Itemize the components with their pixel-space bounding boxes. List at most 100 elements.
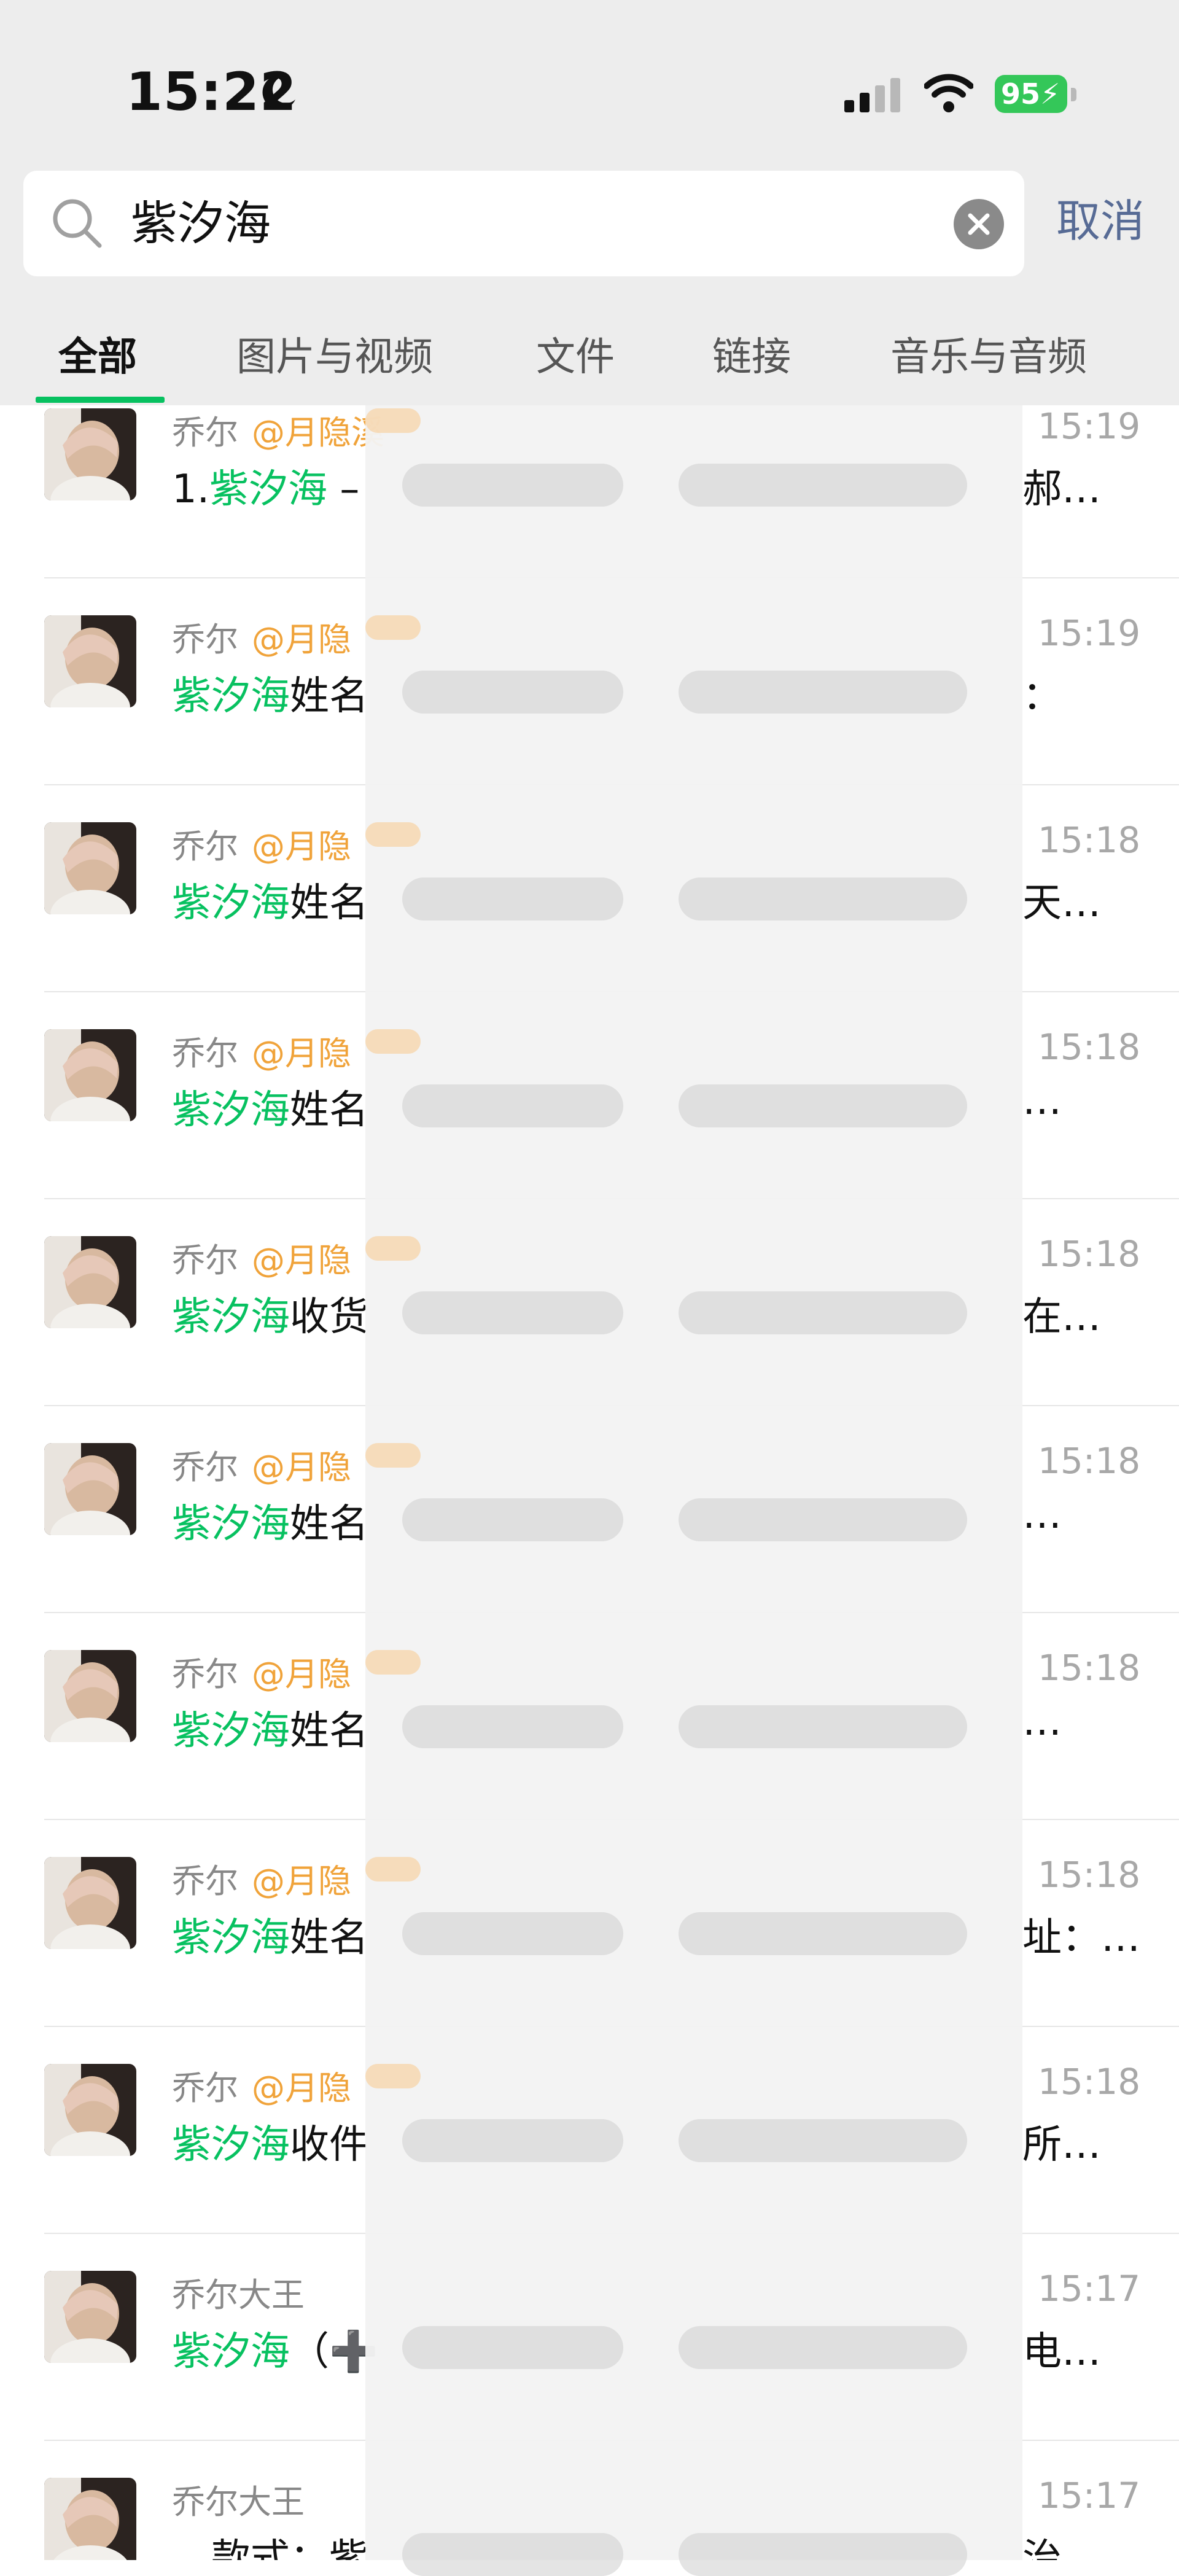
snippet-tail: 治: [1022, 2536, 1062, 2560]
snippet-tail: …: [1022, 1699, 1062, 1745]
sender-label: 乔尔大王: [172, 2276, 305, 2314]
tab-music-audio[interactable]: 音乐与音频: [890, 325, 1087, 382]
tab-all[interactable]: 全部: [58, 325, 137, 382]
avatar: [44, 2064, 136, 2156]
blur-smudge: [679, 1498, 967, 1541]
blur-smudge: [402, 2119, 623, 2162]
blur-tint: [365, 1857, 421, 1881]
mention-tag: @月隐: [252, 620, 351, 659]
snippet-tail: …: [1022, 1078, 1062, 1124]
avatar: [44, 1857, 136, 1949]
snippet-keyword: 紫汐海: [172, 674, 290, 719]
cancel-button[interactable]: 取消: [1056, 184, 1145, 258]
message-time: 15:17: [1038, 2268, 1141, 2309]
message-time: 15:18: [1038, 819, 1141, 861]
blur-smudge: [402, 877, 623, 920]
blur-tint: [365, 615, 421, 640]
message-time: 15:18: [1038, 1647, 1141, 1689]
sender-name: 乔尔大王: [172, 2268, 305, 2316]
sender-name: 乔尔 @月隐: [172, 1440, 351, 1488]
avatar: [44, 2271, 136, 2363]
snippet-keyword: 紫汐海: [172, 881, 290, 926]
snippet-keyword: 紫汐海: [172, 1915, 290, 1961]
tab-images-videos[interactable]: 图片与视频: [236, 325, 433, 382]
blur-smudge: [679, 2119, 967, 2162]
tab-active-indicator: [36, 397, 165, 403]
battery-icon: 95⚡: [995, 75, 1067, 113]
avatar: [44, 1650, 136, 1742]
snippet-rest: 收件: [290, 2122, 368, 2168]
mention-tag: @月隐: [252, 1862, 351, 1901]
blur-smudge: [679, 2326, 967, 2369]
blur-tint: [365, 1029, 421, 1054]
blur-smudge: [679, 1291, 967, 1334]
search-icon: [53, 199, 102, 248]
blur-smudge: [679, 464, 967, 507]
sender-label: 乔尔: [172, 1034, 238, 1073]
snippet-tail: 址：…: [1022, 1915, 1140, 1961]
moon-icon: [262, 75, 295, 110]
blur-smudge: [402, 1705, 623, 1748]
sender-name: 乔尔 @月隐: [172, 1647, 351, 1695]
sender-label: 乔尔: [172, 620, 238, 659]
blur-tint: [365, 1443, 421, 1468]
blur-smudge: [402, 2326, 623, 2369]
blur-tint: [365, 822, 421, 847]
message-time: 15:17: [1038, 2475, 1141, 2516]
sender-name: 乔尔 @月隐: [172, 1233, 351, 1282]
sender-name: 乔尔 @月隐: [172, 1854, 351, 1902]
avatar: [44, 2478, 136, 2560]
avatar: [44, 615, 136, 707]
sender-label: 乔尔: [172, 413, 238, 452]
snippet-keyword: 紫汐海: [172, 1294, 290, 1340]
message-time: 15:19: [1038, 405, 1141, 447]
snippet-rest: 收货: [290, 1294, 368, 1340]
snippet-rest: 姓名: [290, 1088, 368, 1133]
filter-tabs: 全部 图片与视频 文件 链接 音乐与音频: [0, 289, 1179, 405]
tab-files[interactable]: 文件: [536, 325, 615, 382]
message-time: 15:18: [1038, 2061, 1141, 2103]
sender-label: 乔尔: [172, 1862, 238, 1901]
search-bar: 取消: [0, 160, 1179, 289]
blur-smudge: [402, 2533, 623, 2576]
search-input[interactable]: [131, 171, 929, 276]
blur-tint: [365, 1650, 421, 1675]
sender-name: 乔尔 @月隐溪: [172, 405, 384, 454]
blur-smudge: [679, 1705, 967, 1748]
sender-label: 乔尔: [172, 1448, 238, 1487]
snippet-keyword: 紫汐海: [172, 1708, 290, 1754]
sender-label: 乔尔大王: [172, 2483, 305, 2521]
blur-tint: [365, 2064, 421, 2088]
snippet-tail: ：: [1022, 674, 1062, 719]
blur-smudge: [679, 671, 967, 714]
battery-level: 95: [1001, 77, 1041, 111]
snippet-tail: 电…: [1022, 2329, 1101, 2375]
snippet-tail: 郝…: [1022, 467, 1101, 512]
mention-tag: @月隐溪: [252, 413, 384, 452]
blur-smudge: [402, 1912, 623, 1955]
clear-search-icon[interactable]: [954, 199, 1004, 249]
status-bar: 15:22 95⚡: [0, 0, 1179, 160]
tab-links[interactable]: 链接: [712, 325, 791, 382]
message-time: 15:18: [1038, 1854, 1141, 1896]
search-box[interactable]: [23, 171, 1024, 276]
blur-smudge: [402, 1498, 623, 1541]
sender-name: 乔尔 @月隐: [172, 612, 351, 661]
blur-smudge: [679, 2533, 967, 2576]
avatar: [44, 1029, 136, 1121]
avatar: [44, 1236, 136, 1328]
sender-name: 乔尔 @月隐: [172, 2061, 351, 2109]
message-time: 15:18: [1038, 1233, 1141, 1275]
blur-tint: [365, 1236, 421, 1261]
snippet-keyword: 紫汐海: [172, 2329, 290, 2375]
snippet-rest: …款式：紫: [172, 2536, 368, 2560]
mention-tag: @月隐: [252, 2069, 351, 2107]
snippet-tail: 天…: [1022, 881, 1101, 926]
mention-tag: @月隐: [252, 827, 351, 866]
sender-label: 乔尔: [172, 827, 238, 866]
avatar: [44, 822, 136, 914]
sender-label: 乔尔: [172, 1655, 238, 1694]
snippet-rest: 姓名: [290, 1915, 368, 1961]
snippet-rest: 姓名: [290, 1708, 368, 1754]
message-time: 15:18: [1038, 1440, 1141, 1482]
